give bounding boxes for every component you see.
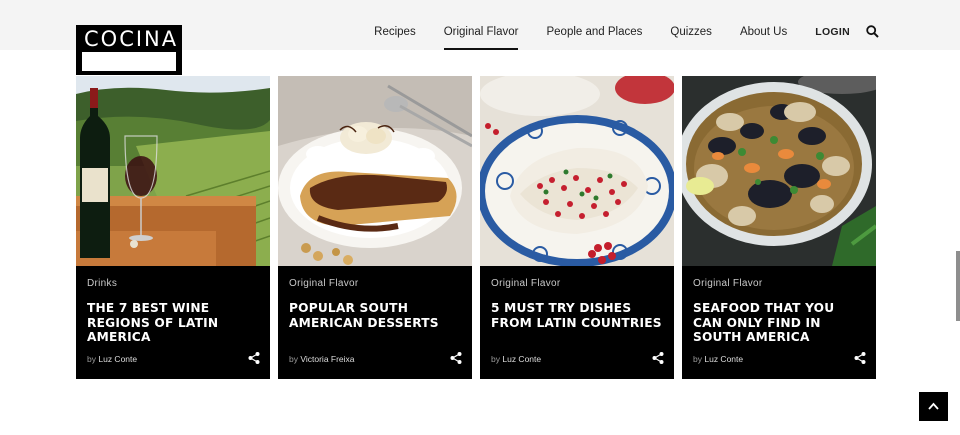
share-icon[interactable] bbox=[853, 351, 867, 365]
logo-text: COCINA bbox=[84, 27, 179, 51]
nav-people-and-places[interactable]: People and Places bbox=[546, 0, 642, 50]
nav-about-us[interactable]: About Us bbox=[740, 0, 787, 50]
byline-prefix: by bbox=[693, 354, 702, 364]
main-nav: Recipes Original Flavor People and Place… bbox=[346, 0, 880, 50]
article-card[interactable]: Original Flavor POPULAR SOUTH AMERICAN D… bbox=[278, 76, 472, 379]
card-body: Original Flavor 5 MUST TRY DISHES FROM L… bbox=[480, 266, 674, 379]
article-card[interactable]: Original Flavor 5 MUST TRY DISHES FROM L… bbox=[480, 76, 674, 379]
share-icon[interactable] bbox=[247, 351, 261, 365]
card-body: Drinks THE 7 BEST WINE REGIONS OF LATIN … bbox=[76, 266, 270, 379]
card-byline: by Luz Conte bbox=[693, 354, 743, 364]
share-icon[interactable] bbox=[449, 351, 463, 365]
card-title[interactable]: THE 7 BEST WINE REGIONS OF LATIN AMERICA bbox=[87, 301, 259, 345]
byline-prefix: by bbox=[87, 354, 96, 364]
card-image-wine-vineyard[interactable] bbox=[76, 76, 270, 266]
share-icon[interactable] bbox=[651, 351, 665, 365]
card-author[interactable]: Victoria Freixa bbox=[300, 354, 354, 364]
card-body: Original Flavor SEAFOOD THAT YOU CAN ONL… bbox=[682, 266, 876, 379]
card-image-seafood-mussels[interactable] bbox=[682, 76, 876, 266]
card-category[interactable]: Drinks bbox=[87, 278, 117, 289]
nav-recipes[interactable]: Recipes bbox=[374, 0, 416, 50]
article-card[interactable]: Drinks THE 7 BEST WINE REGIONS OF LATIN … bbox=[76, 76, 270, 379]
nav-original-flavor[interactable]: Original Flavor bbox=[443, 0, 518, 50]
card-author[interactable]: Luz Conte bbox=[502, 354, 541, 364]
card-title[interactable]: SEAFOOD THAT YOU CAN ONLY FIND IN SOUTH … bbox=[693, 301, 865, 345]
byline-prefix: by bbox=[491, 354, 500, 364]
card-author[interactable]: Luz Conte bbox=[704, 354, 743, 364]
logo-white-box bbox=[82, 52, 176, 71]
card-author[interactable]: Luz Conte bbox=[98, 354, 137, 364]
card-image-chiles-en-nogada[interactable] bbox=[480, 76, 674, 266]
back-to-top-button[interactable] bbox=[919, 392, 948, 421]
card-byline: by Luz Conte bbox=[87, 354, 137, 364]
card-category[interactable]: Original Flavor bbox=[693, 278, 763, 289]
login-link[interactable]: LOGIN bbox=[815, 0, 850, 50]
byline-prefix: by bbox=[289, 354, 298, 364]
cocina-logo[interactable]: COCINA bbox=[76, 25, 182, 75]
card-body: Original Flavor POPULAR SOUTH AMERICAN D… bbox=[278, 266, 472, 379]
card-title[interactable]: POPULAR SOUTH AMERICAN DESSERTS bbox=[289, 301, 461, 330]
nav-quizzes[interactable]: Quizzes bbox=[670, 0, 712, 50]
card-category[interactable]: Original Flavor bbox=[491, 278, 561, 289]
card-title[interactable]: 5 MUST TRY DISHES FROM LATIN COUNTRIES bbox=[491, 301, 663, 330]
chevron-up-icon bbox=[928, 402, 939, 410]
article-cards: Drinks THE 7 BEST WINE REGIONS OF LATIN … bbox=[76, 76, 884, 379]
card-image-crepes-dessert[interactable] bbox=[278, 76, 472, 266]
card-category[interactable]: Original Flavor bbox=[289, 278, 359, 289]
search-icon[interactable] bbox=[866, 0, 880, 50]
page-scrollbar[interactable] bbox=[956, 251, 960, 321]
article-card[interactable]: Original Flavor SEAFOOD THAT YOU CAN ONL… bbox=[682, 76, 876, 379]
card-byline: by Victoria Freixa bbox=[289, 354, 355, 364]
card-byline: by Luz Conte bbox=[491, 354, 541, 364]
